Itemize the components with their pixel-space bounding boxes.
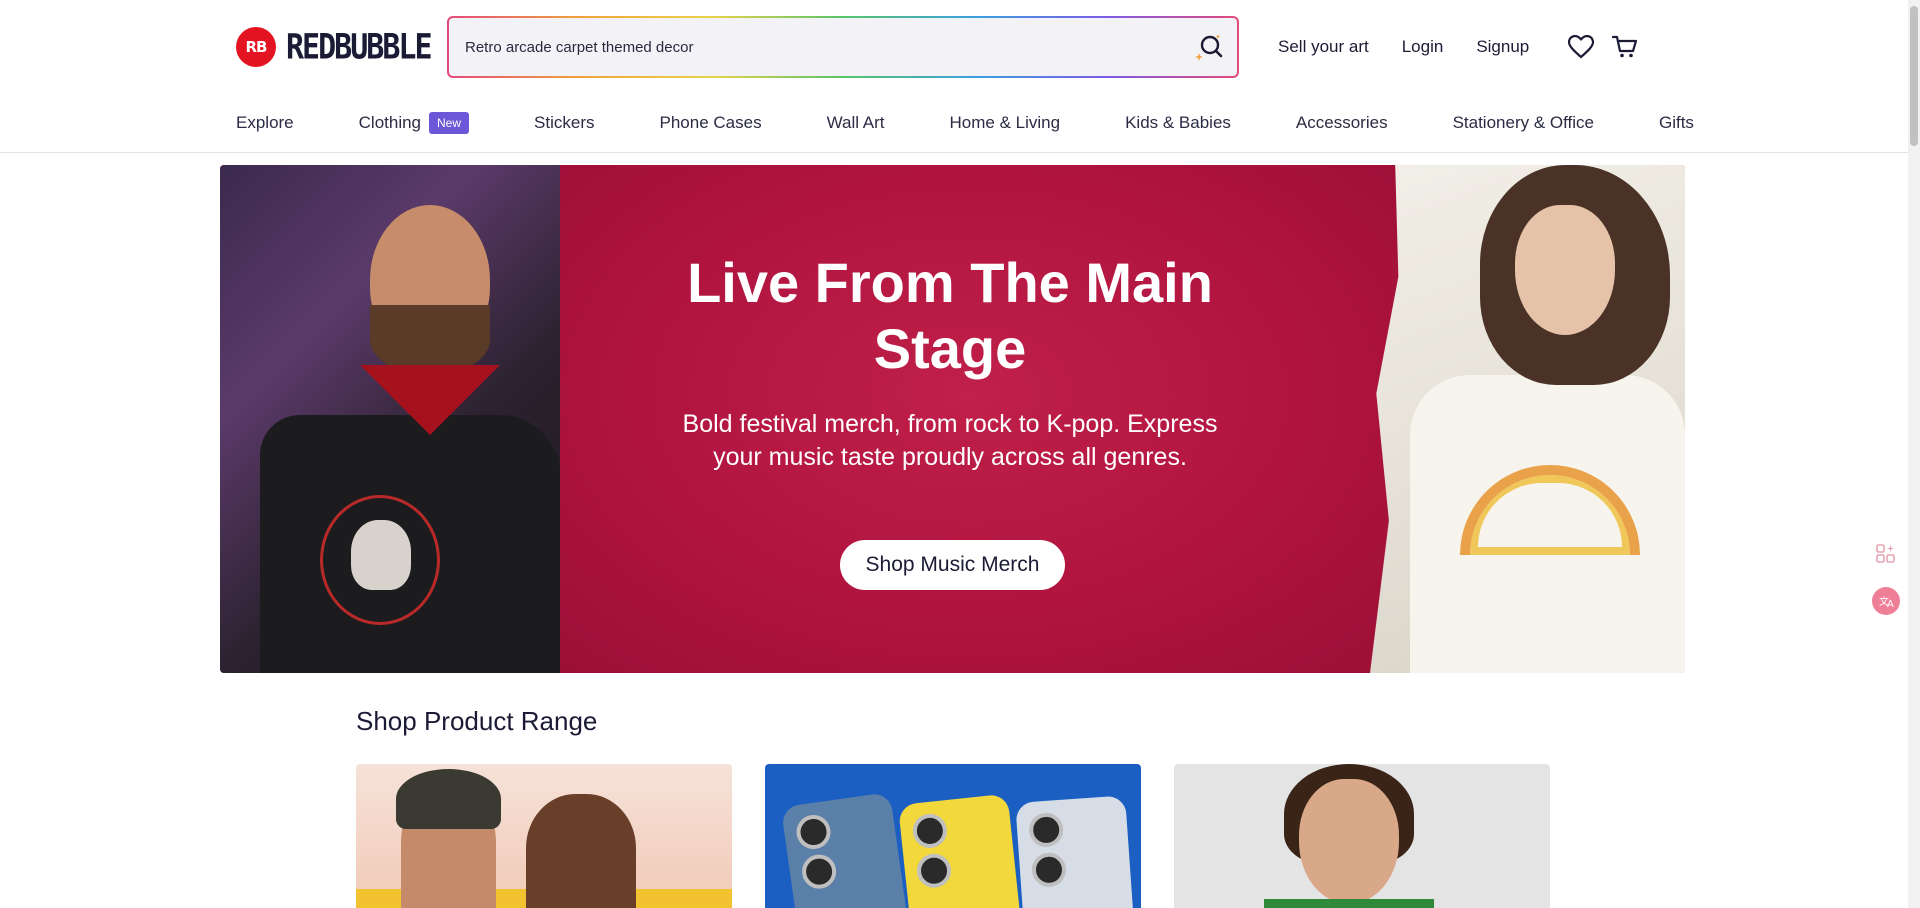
nav-item-accessories[interactable]: Accessories [1296, 113, 1388, 133]
scrollbar-thumb[interactable] [1910, 6, 1918, 146]
nav-label: Stickers [534, 113, 595, 132]
logo-mark-icon: RB [236, 27, 276, 67]
translate-icon[interactable]: 文 A [1870, 585, 1902, 617]
category-nav: Explore Clothing New Stickers Phone Case… [236, 108, 1694, 138]
search-bar [447, 16, 1239, 78]
nav-item-gifts[interactable]: Gifts [1659, 113, 1694, 133]
nav-label: Stationery & Office [1452, 113, 1594, 132]
sell-your-art-link[interactable]: Sell your art [1278, 37, 1369, 57]
signup-link[interactable]: Signup [1476, 37, 1529, 57]
section-title: Shop Product Range [356, 706, 598, 736]
nav-item-wall-art[interactable]: Wall Art [827, 113, 885, 133]
cart-button[interactable] [1610, 32, 1640, 62]
page-scrollbar[interactable] [1908, 0, 1920, 908]
grid-sparkle-icon[interactable] [1870, 538, 1902, 570]
nav-label: Home & Living [949, 113, 1061, 132]
shop-music-merch-button[interactable]: Shop Music Merch [840, 540, 1065, 590]
nav-label: Kids & Babies [1125, 113, 1231, 132]
wishlist-button[interactable] [1566, 32, 1596, 62]
brand-logo[interactable]: RB REDBUBBLE [236, 26, 433, 68]
product-range-card[interactable] [1174, 764, 1550, 908]
hero-image-left [220, 165, 560, 673]
hero-title: Live From The Main Stage [687, 251, 1213, 380]
login-link[interactable]: Login [1402, 37, 1444, 57]
nav-item-kids-babies[interactable]: Kids & Babies [1125, 113, 1231, 133]
svg-text:A: A [1887, 599, 1894, 610]
product-range-card[interactable] [765, 764, 1141, 908]
nav-label: Phone Cases [659, 113, 762, 132]
nav-label: Accessories [1295, 113, 1388, 132]
nav-item-explore[interactable]: Explore [236, 113, 294, 133]
hero-subtitle: Bold festival merch, from rock to K-pop.… [682, 410, 1218, 471]
brand-name: REDBUBBLE [286, 26, 433, 68]
nav-label: Explore [236, 113, 294, 132]
search-input[interactable] [465, 18, 1145, 76]
nav-label: Clothing [358, 113, 422, 132]
nav-item-phone-cases[interactable]: Phone Cases [660, 113, 762, 133]
nav-item-stickers[interactable]: Stickers [534, 113, 594, 133]
nav-divider [0, 152, 1908, 153]
nav-label: Gifts [1658, 113, 1694, 132]
hero-content: Live From The Main Stage Bold festival m… [660, 165, 1240, 673]
hero-banner[interactable]: Live From The Main Stage Bold festival m… [220, 165, 1685, 673]
site-header: RB REDBUBBLE Sell your art Login Signup [0, 0, 1908, 93]
search-button[interactable] [1193, 31, 1225, 63]
search-icon [1195, 34, 1223, 61]
hero-image-right [1370, 165, 1685, 673]
product-range-card[interactable] [356, 764, 732, 908]
heart-icon [1568, 35, 1595, 59]
nav-label: Wall Art [826, 113, 885, 132]
nav-item-clothing[interactable]: Clothing New [358, 112, 470, 134]
nav-item-stationery-office[interactable]: Stationery & Office [1453, 113, 1594, 133]
account-links: Sell your art Login Signup [1278, 32, 1640, 62]
nav-item-home-living[interactable]: Home & Living [950, 113, 1061, 133]
cart-icon [1612, 35, 1638, 58]
new-badge: New [429, 112, 470, 134]
